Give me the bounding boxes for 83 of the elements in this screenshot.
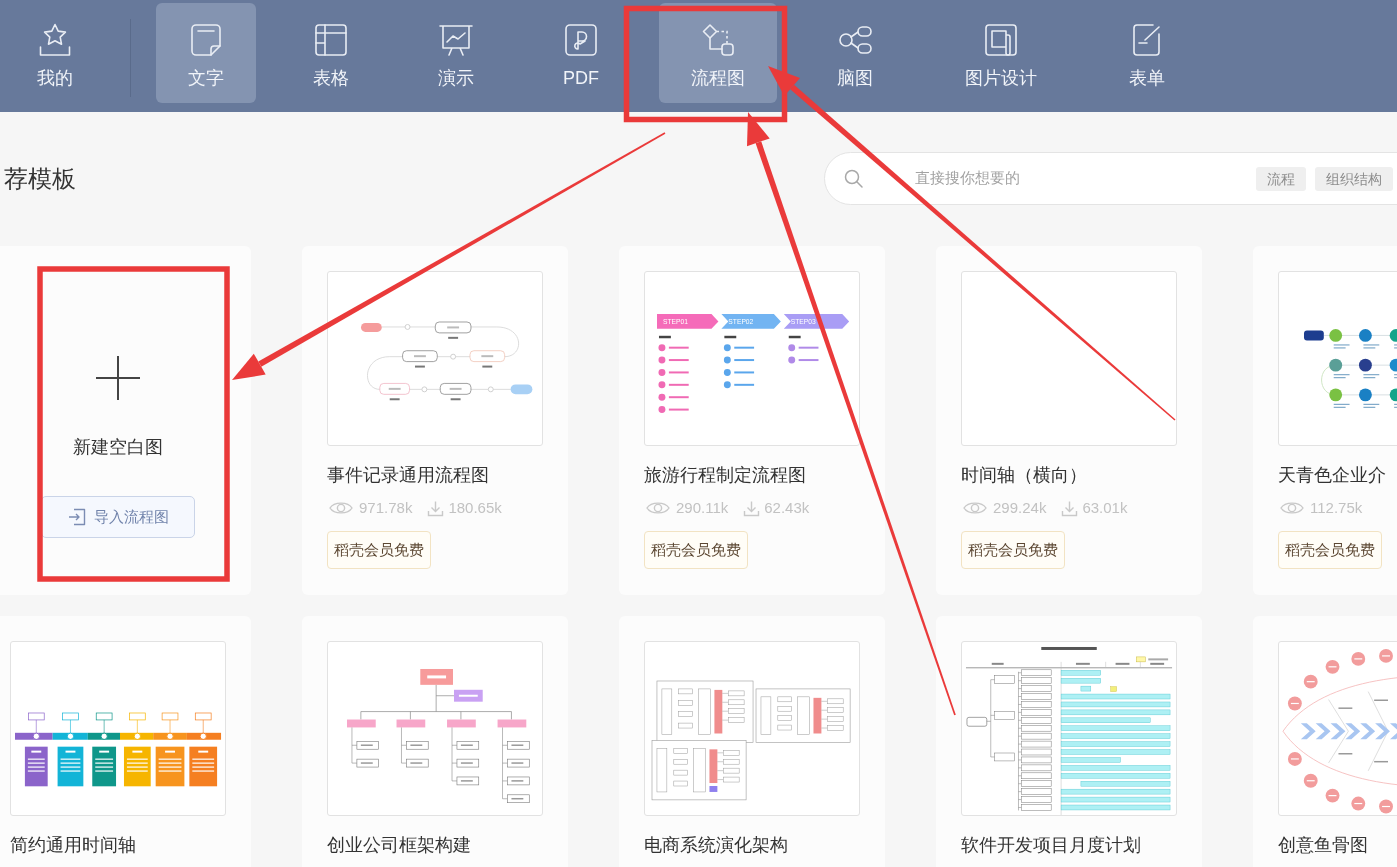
org-chart-node — [446, 719, 476, 728]
nav-tab[interactable]: 表格 — [281, 3, 381, 103]
template-title: 创意鱼骨图 — [1278, 834, 1368, 857]
presentation-board-icon — [438, 22, 474, 58]
import-icon — [67, 508, 86, 526]
org-chart-node — [405, 740, 429, 750]
membership-badge: 稻壳会员免费 — [961, 531, 1065, 569]
download-icon — [1061, 499, 1079, 517]
org-chart-node — [453, 689, 483, 702]
plus-icon — [96, 356, 140, 400]
task-node — [966, 717, 988, 727]
eye-icon — [1280, 500, 1304, 516]
template-card[interactable]: 简约通用时间轴 — [0, 616, 251, 867]
gantt-bar — [1060, 757, 1121, 763]
org-chart-node — [456, 740, 479, 750]
nav-tab[interactable]: 我的 — [5, 3, 105, 103]
membership-badge: 稻壳会员免费 — [1278, 531, 1382, 569]
template-title: 事件记录通用流程图 — [327, 464, 489, 487]
new-blank-card[interactable]: 新建空白图 导入流程图 — [0, 246, 251, 595]
org-chart-node — [507, 740, 530, 750]
eye-icon — [646, 500, 670, 516]
template-card[interactable]: 电商系统演化架构 — [619, 616, 885, 867]
search-field[interactable]: 直接搜你想要的 流程 组织结构 — [824, 152, 1397, 205]
nav-tab[interactable]: 脑图 — [805, 3, 905, 103]
template-card[interactable]: 创业公司框架构建 — [302, 616, 568, 867]
membership-badge: 稻壳会员免费 — [644, 531, 748, 569]
download-icon — [427, 499, 445, 517]
org-chart-node — [456, 758, 479, 768]
nav-tab[interactable]: 演示 — [406, 3, 506, 103]
eye-icon — [329, 500, 353, 516]
table-icon — [313, 22, 349, 58]
nav-tab[interactable]: 文字 — [156, 3, 256, 103]
search-tag[interactable]: 流程 — [1256, 166, 1306, 191]
org-chart-node — [356, 740, 379, 750]
template-title: 天青色企业介 — [1278, 464, 1386, 487]
pdf-icon — [563, 22, 599, 58]
org-chart-node — [396, 719, 426, 728]
template-title: 创业公司框架构建 — [327, 834, 471, 857]
flowchart-icon — [700, 22, 736, 58]
org-chart-node — [420, 668, 453, 685]
view-count: 290.11k — [676, 498, 729, 518]
download-count: 63.01k — [1082, 498, 1128, 518]
template-title: 电商系统演化架构 — [644, 834, 788, 857]
template-card[interactable]: 软件开发项目月度计划 — [936, 616, 1202, 867]
nav-tab[interactable]: 流程图 — [659, 3, 777, 103]
document-icon — [188, 22, 224, 58]
download-count: 180.65k — [448, 498, 502, 518]
download-count: 62.43k — [764, 498, 810, 518]
eye-icon — [963, 500, 987, 516]
org-chart-node — [507, 794, 530, 803]
view-count: 971.78k — [359, 498, 413, 518]
template-title: 时间轴（横向） — [961, 464, 1087, 487]
task-node — [994, 752, 1015, 762]
nav-tab[interactable]: 表单 — [1097, 3, 1197, 103]
search-icon — [844, 169, 863, 188]
org-chart-node — [356, 758, 379, 768]
org-chart-node — [405, 758, 429, 768]
org-chart-node — [507, 758, 530, 768]
template-card[interactable]: 事件记录通用流程图 971.78k 180.65k 稻壳会员免费 — [302, 246, 568, 595]
template-title: 旅游行程制定流程图 — [644, 464, 806, 487]
org-chart-node — [456, 776, 479, 785]
task-node — [994, 711, 1015, 720]
import-button[interactable]: 导入流程图 — [41, 496, 195, 538]
nav-tab[interactable]: PDF — [531, 3, 631, 103]
membership-badge: 稻壳会员免费 — [327, 531, 431, 569]
org-chart-node — [346, 719, 376, 728]
section-heading: 荐模板 — [4, 164, 76, 192]
star-icon — [37, 22, 73, 58]
template-title: 简约通用时间轴 — [10, 834, 136, 857]
template-card[interactable]: 天青色企业介 112.75k 稻壳会员免费 — [1253, 246, 1397, 595]
template-card[interactable]: 时间轴（横向） 299.24k 63.01k 稻壳会员免费 — [936, 246, 1202, 595]
org-chart-node — [507, 776, 530, 785]
nav-tab[interactable]: 图片设计 — [933, 3, 1069, 103]
template-card[interactable]: 创意鱼骨图 — [1253, 616, 1397, 867]
view-count: 112.75k — [1310, 498, 1363, 518]
org-chart-node — [497, 719, 527, 728]
download-icon — [743, 499, 761, 517]
new-blank-label: 新建空白图 — [73, 436, 163, 459]
view-count: 299.24k — [993, 498, 1047, 518]
template-title: 软件开发项目月度计划 — [961, 834, 1141, 857]
search-tag[interactable]: 组织结构 — [1315, 166, 1393, 191]
task-node — [994, 675, 1015, 684]
picture-frame-icon — [983, 22, 1019, 58]
